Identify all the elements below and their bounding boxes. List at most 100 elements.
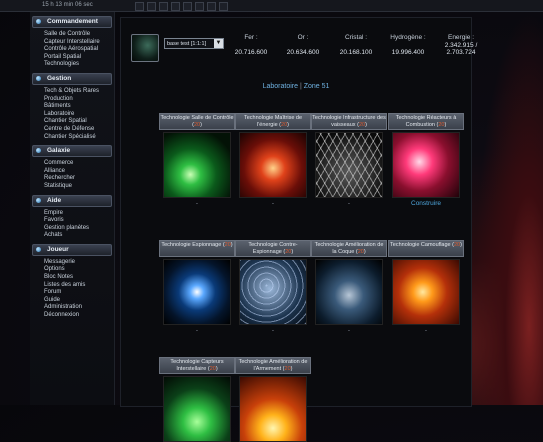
resource-name: Hydrogène : (390, 34, 426, 41)
tech-card-contre-espionnage: Technologie Contre-Espionnage (20) - (235, 240, 311, 335)
resource-cristal: Cristal : 20.168.100 (334, 34, 378, 56)
tech-name: Technologie Camouflage (390, 242, 451, 248)
tech-title: Technologie Infrastructure des vaisseaux… (311, 113, 387, 130)
tech-image[interactable] (392, 259, 460, 325)
tech-image[interactable] (163, 132, 231, 198)
section-label: Galaxie (47, 147, 71, 155)
tech-card-camouflage: Technologie Camouflage (20) - (388, 240, 464, 335)
tech-image[interactable] (239, 132, 307, 198)
main-panel: base test [1:1:1] ▼ Fer : 20.716.600 Or … (120, 17, 477, 442)
tech-level: 20 (358, 122, 366, 128)
tech-action: - (195, 327, 199, 334)
sidebar-item-administration[interactable]: Administration (30, 304, 114, 312)
resource-name: Energie : (447, 34, 475, 41)
section-commandement[interactable]: Commandement (32, 16, 112, 28)
toolbar-icon[interactable] (183, 2, 192, 11)
tech-image[interactable] (239, 376, 307, 442)
tech-action: - (347, 200, 351, 207)
toolbar-icon[interactable] (207, 2, 216, 11)
planet-select[interactable]: base test [1:1:1] ▼ (164, 38, 224, 49)
tech-level: 20 (453, 242, 461, 248)
sidebar-item-favoris[interactable]: Favoris (30, 217, 114, 225)
sidebar-item-batiments[interactable]: Bâtiments (30, 103, 114, 111)
section-galaxie[interactable]: Galaxie (32, 145, 112, 158)
sidebar-item-chantier-spatial[interactable]: Chantier Spatial (30, 118, 114, 126)
planet-thumbnail[interactable] (131, 34, 159, 62)
tech-action: - (347, 327, 351, 334)
sidebar-item-controle-aerospatial[interactable]: Contrôle Aérospatial (30, 46, 114, 54)
top-bar: 15 h 13 min 06 sec (0, 0, 543, 12)
tech-card-infrastructure-vaisseaux: Technologie Infrastructure des vaisseaux… (311, 113, 387, 208)
tech-card-capteurs-interstellaire: Technologie Capteurs Interstellaire (20) (159, 357, 235, 442)
sidebar-item-tech-objets-rares[interactable]: Tech & Objets Rares (30, 88, 114, 96)
construire-button[interactable]: Construire (388, 200, 464, 208)
sidebar-item-achats[interactable]: Achats (30, 232, 114, 240)
sidebar-item-empire[interactable]: Empire (30, 210, 114, 218)
tech-image[interactable] (163, 259, 231, 325)
tech-level: 20 (285, 249, 292, 255)
sidebar-item-commerce[interactable]: Commerce (30, 160, 114, 168)
tech-name: Technologie Contre-Espionnage (248, 242, 298, 255)
tech-name: Technologie Infrastructure des vaisseaux (312, 115, 386, 128)
toolbar-icon[interactable] (159, 2, 168, 11)
tech-level: 20 (193, 122, 201, 128)
resource-energie: Energie : 2.342.915 / 2.703.724 (437, 34, 485, 56)
tech-name: Technologie Maîtrise de l'énergie (243, 115, 303, 128)
sidebar-item-technologies[interactable]: Technologies (30, 61, 114, 69)
orb-icon (36, 197, 41, 203)
sidebar-item-chantier-specialise[interactable]: Chantier Spécialisé (30, 134, 114, 142)
sidebar-item-laboratoire[interactable]: Laboratoire (30, 111, 114, 119)
breadcrumb-zone51[interactable]: Zone 51 (304, 83, 330, 90)
section-gestion[interactable]: Gestion (32, 72, 112, 85)
tech-name: Technologie Réacteurs à Combustion (395, 115, 457, 128)
sidebar-item-options[interactable]: Options (30, 266, 114, 274)
resource-name: Cristal : (344, 34, 368, 41)
sidebar-item-messagerie[interactable]: Messagerie (30, 259, 114, 267)
chevron-down-icon[interactable]: ▼ (214, 39, 223, 48)
toolbar-icon[interactable] (195, 2, 204, 11)
sidebar-item-centre-de-defense[interactable]: Centre de Défense (30, 126, 114, 134)
sidebar-item-gestion-planetes[interactable]: Gestion planètes (30, 225, 114, 233)
toolbar-icon[interactable] (147, 2, 156, 11)
tech-action: - (271, 327, 275, 334)
tech-image[interactable] (392, 132, 460, 198)
tech-title: Technologie Camouflage (20) (388, 240, 464, 257)
sidebar-item-deconnexion[interactable]: Déconnexion (30, 312, 114, 320)
tech-title: Technologie Réacteurs à Combustion (20) (388, 113, 464, 130)
server-clock: 15 h 13 min 06 sec (42, 2, 93, 8)
sidebar-item-production[interactable]: Production (30, 96, 114, 104)
sidebar-item-guide[interactable]: Guide (30, 297, 114, 305)
sidebar-item-capteur-interstellaire[interactable]: Capteur Interstellaire (30, 39, 114, 47)
tech-image[interactable] (163, 376, 231, 442)
tech-image[interactable] (315, 132, 383, 198)
section-joueur[interactable]: Joueur (32, 243, 112, 256)
tech-image[interactable] (239, 259, 307, 325)
toolbar-icon[interactable] (171, 2, 180, 11)
sidebar-item-alliance[interactable]: Alliance (30, 168, 114, 176)
tech-action: - (424, 327, 428, 334)
tech-title: Technologie Maîtrise de l'énergie (20) (235, 113, 311, 130)
toolbar-icons (135, 2, 228, 11)
tech-name: Technologie Amélioration de la Coque (314, 242, 384, 255)
sidebar-item-forum[interactable]: Forum (30, 289, 114, 297)
tech-name: Technologie Capteurs Interstellaire (170, 359, 224, 372)
tech-image[interactable] (315, 259, 383, 325)
sidebar-item-salle-de-controle[interactable]: Salle de Contrôle (30, 31, 114, 39)
sidebar-item-statistique[interactable]: Statistique (30, 183, 114, 191)
sidebar-item-bloc-notes[interactable]: Bloc Notes (30, 274, 114, 282)
tech-card-amelioration-coque: Technologie Amélioration de la Coque (20… (311, 240, 387, 335)
toolbar-icon[interactable] (135, 2, 144, 11)
breadcrumb: Laboratoire | Zone 51 (121, 83, 471, 90)
resource-name: Or : (297, 34, 309, 41)
breadcrumb-laboratoire[interactable]: Laboratoire (263, 83, 298, 90)
sidebar-item-portail-spatial[interactable]: Portail Spatial (30, 54, 114, 62)
toolbar-icon[interactable] (219, 2, 228, 11)
resource-value: 19.996.400 (391, 49, 425, 56)
sidebar-item-rechercher[interactable]: Rechercher (30, 175, 114, 183)
resource-value: 20.634.600 (286, 49, 320, 56)
tech-card-salle-de-controle: Technologie Salle de Contrôle (20) - (159, 113, 235, 208)
tech-level: 20 (281, 122, 288, 128)
tech-name: Technologie Amélioration de l'Armement (238, 359, 308, 372)
section-aide[interactable]: Aide (32, 194, 112, 207)
sidebar-item-listes-des-amis[interactable]: Listes des amis (30, 282, 114, 290)
